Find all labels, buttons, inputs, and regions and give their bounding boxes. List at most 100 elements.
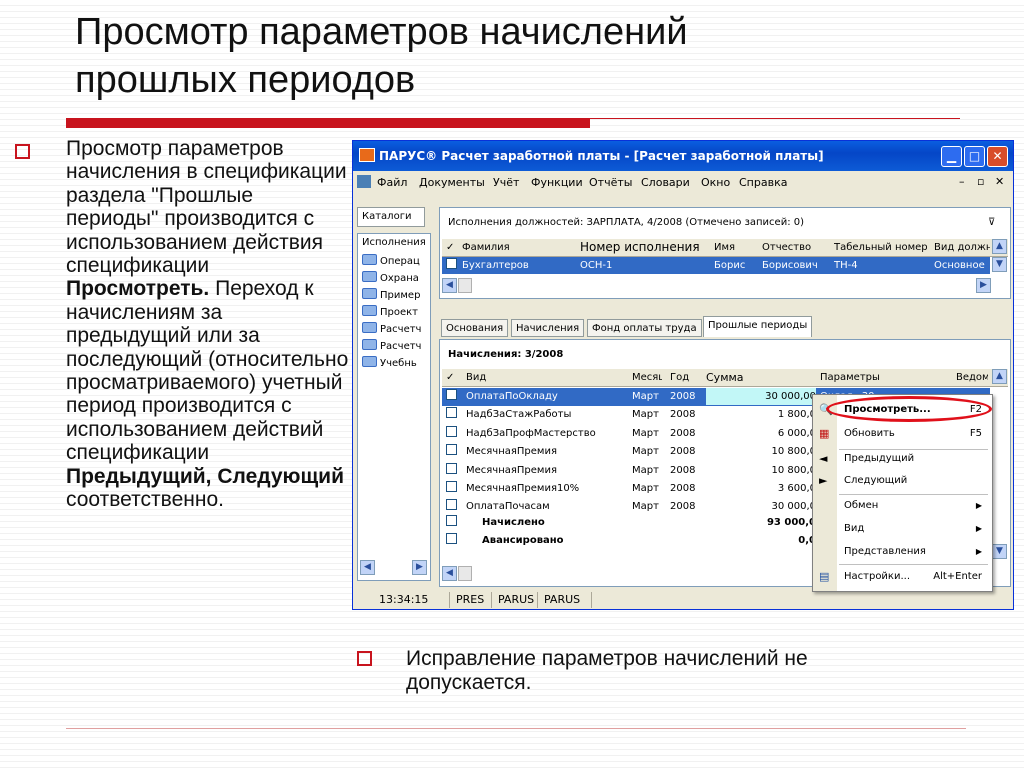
settings-icon: ▤	[819, 570, 830, 583]
row-checkbox[interactable]	[446, 444, 457, 456]
row-checkbox[interactable]	[446, 462, 457, 474]
menu-reports[interactable]: Отчёты	[589, 176, 632, 189]
folder-icon	[362, 305, 377, 316]
tree-item[interactable]: Исполнения	[362, 237, 426, 252]
menu-functions[interactable]: Функции	[531, 176, 583, 189]
title-line-1: Просмотр параметров начислений	[75, 11, 688, 53]
title-underline	[66, 118, 590, 128]
tree-item[interactable]: Пример	[362, 288, 420, 303]
row-checkbox[interactable]	[446, 407, 457, 419]
context-menu: 🔍 Просмотреть... F2 ▦ Обновить F5 ◄ Пред…	[812, 394, 993, 592]
status-server: PARUS	[537, 592, 586, 608]
tab-grounds[interactable]: Основания	[441, 319, 509, 337]
menu-item-settings[interactable]: ▤ Настройки... Alt+Enter	[813, 566, 992, 588]
scroll-left-icon[interactable]: ◀	[442, 566, 457, 581]
menu-accounting[interactable]: Учёт	[493, 176, 519, 189]
tab-payroll-fund[interactable]: Фонд оплаты труда	[587, 319, 702, 337]
tree-item[interactable]: Расчетч	[362, 322, 421, 337]
tab-accruals[interactable]: Начисления	[511, 319, 585, 337]
hscroll-thumb[interactable]	[458, 278, 472, 293]
col-surname[interactable]: Фамилия	[462, 239, 510, 256]
menu-item-exchange[interactable]: Обмен ▶	[813, 495, 992, 517]
status-db: PARUS	[491, 592, 540, 608]
scroll-up-icon[interactable]: ▲	[992, 369, 1007, 384]
right-bullet-text: Исправление параметров начислений не доп…	[406, 647, 808, 694]
col-check[interactable]: ✓	[446, 369, 454, 386]
arrow-left-icon: ◄	[819, 452, 828, 465]
close-icon[interactable]: ✕	[987, 146, 1008, 167]
scroll-up-icon[interactable]: ▲	[992, 239, 1007, 254]
row-checkbox[interactable]	[446, 515, 457, 526]
maximize-icon[interactable]: □	[964, 146, 985, 167]
scroll-left-icon[interactable]: ◀	[442, 278, 457, 293]
tree-item[interactable]: Охрана	[362, 271, 419, 286]
tree-item[interactable]: Учебнь	[362, 356, 417, 371]
menu-item-refresh[interactable]: ▦ Обновить F5	[813, 423, 992, 445]
minimize-icon[interactable]: ▁	[941, 146, 962, 167]
col-check[interactable]: ✓	[446, 239, 454, 256]
footer-line	[66, 728, 966, 729]
row-checkbox[interactable]	[446, 258, 457, 269]
catalog-tree: Исполнения Операц Охрана Пример Проект Р…	[357, 233, 431, 581]
col-tab-number[interactable]: Табельный номер	[834, 239, 928, 256]
window-title: ПАРУС® Расчет заработной платы - [Расчет…	[379, 149, 824, 163]
col-type[interactable]: Вид	[466, 369, 486, 386]
bullet-square-icon	[15, 144, 30, 159]
mdi-restore-icon[interactable]: ▫	[977, 175, 984, 188]
slide-title: Просмотр параметров начислений прошлых п…	[75, 8, 975, 104]
menu-help[interactable]: Справка	[739, 176, 787, 189]
menu-file[interactable]: Файл	[377, 176, 407, 189]
col-position-type[interactable]: Вид должн	[934, 239, 990, 256]
menu-item-type[interactable]: Вид ▶	[813, 518, 992, 540]
bullet-square-icon	[357, 651, 372, 666]
scroll-right-icon[interactable]: ▶	[976, 278, 991, 293]
row-checkbox[interactable]	[446, 389, 457, 400]
menu-app-icon	[357, 175, 371, 188]
row-checkbox[interactable]	[446, 425, 457, 437]
menu-documents[interactable]: Документы	[419, 176, 485, 189]
tree-item[interactable]: Расчетч	[362, 339, 421, 354]
col-params[interactable]: Параметры	[820, 369, 880, 386]
tree-item[interactable]: Операц	[362, 254, 420, 269]
col-patronymic[interactable]: Отчество	[762, 239, 811, 256]
menu-item-previous[interactable]: ◄ Предыдущий	[813, 448, 992, 470]
accruals-header: Начисления: 3/2008	[448, 349, 564, 360]
status-divider	[591, 592, 592, 608]
menu-item-next[interactable]: ► Следующий	[813, 470, 992, 492]
row-checkbox[interactable]	[446, 533, 457, 544]
scroll-down-icon[interactable]: ▼	[992, 257, 1007, 272]
menu-bar: Файл Документы Учёт Функции Отчёты Слова…	[353, 171, 1013, 193]
filter-icon[interactable]: ⊽	[988, 214, 995, 231]
folder-icon	[362, 356, 377, 367]
menu-dictionaries[interactable]: Словари	[641, 176, 690, 189]
menu-item-views[interactable]: Представления ▶	[813, 541, 992, 563]
tree-item[interactable]: Проект	[362, 305, 418, 320]
mdi-close-icon[interactable]: ✕	[995, 175, 1004, 188]
table-row[interactable]: Бухгалтеров ОСН-1 Борис Борисович ТН-4 О…	[442, 257, 990, 274]
row-checkbox[interactable]	[446, 499, 457, 511]
col-name[interactable]: Имя	[714, 239, 735, 256]
window-titlebar[interactable]: ПАРУС® Расчет заработной платы - [Расчет…	[353, 141, 1013, 171]
scroll-left-icon[interactable]: ◀	[360, 560, 375, 575]
col-number[interactable]: Номер исполнения	[580, 239, 700, 256]
catalogs-tab[interactable]: Каталоги	[357, 207, 425, 227]
arrow-right-icon: ►	[819, 474, 828, 487]
hscroll-thumb[interactable]	[458, 566, 472, 581]
submenu-arrow-icon: ▶	[975, 524, 982, 533]
refresh-icon: ▦	[819, 427, 830, 440]
tab-past-periods[interactable]: Прошлые периоды	[703, 316, 813, 337]
menu-window[interactable]: Окно	[701, 176, 730, 189]
scroll-down-icon[interactable]: ▼	[992, 544, 1007, 559]
col-month[interactable]: Месяц	[632, 369, 662, 386]
col-sum[interactable]: Сумма	[706, 369, 744, 386]
title-line-2: прошлых периодов	[75, 59, 416, 101]
folder-icon	[362, 322, 377, 333]
row-checkbox[interactable]	[446, 481, 457, 492]
col-year[interactable]: Год	[670, 369, 689, 386]
submenu-arrow-icon: ▶	[975, 547, 982, 556]
col-ledger[interactable]: Ведом	[956, 369, 988, 386]
mdi-minimize-icon[interactable]: –	[959, 175, 965, 188]
spec-tabs: Основания Начисления Фонд оплаты труда П…	[441, 316, 1011, 339]
scroll-right-icon[interactable]: ▶	[412, 560, 427, 575]
status-time: 13:34:15	[379, 593, 429, 606]
